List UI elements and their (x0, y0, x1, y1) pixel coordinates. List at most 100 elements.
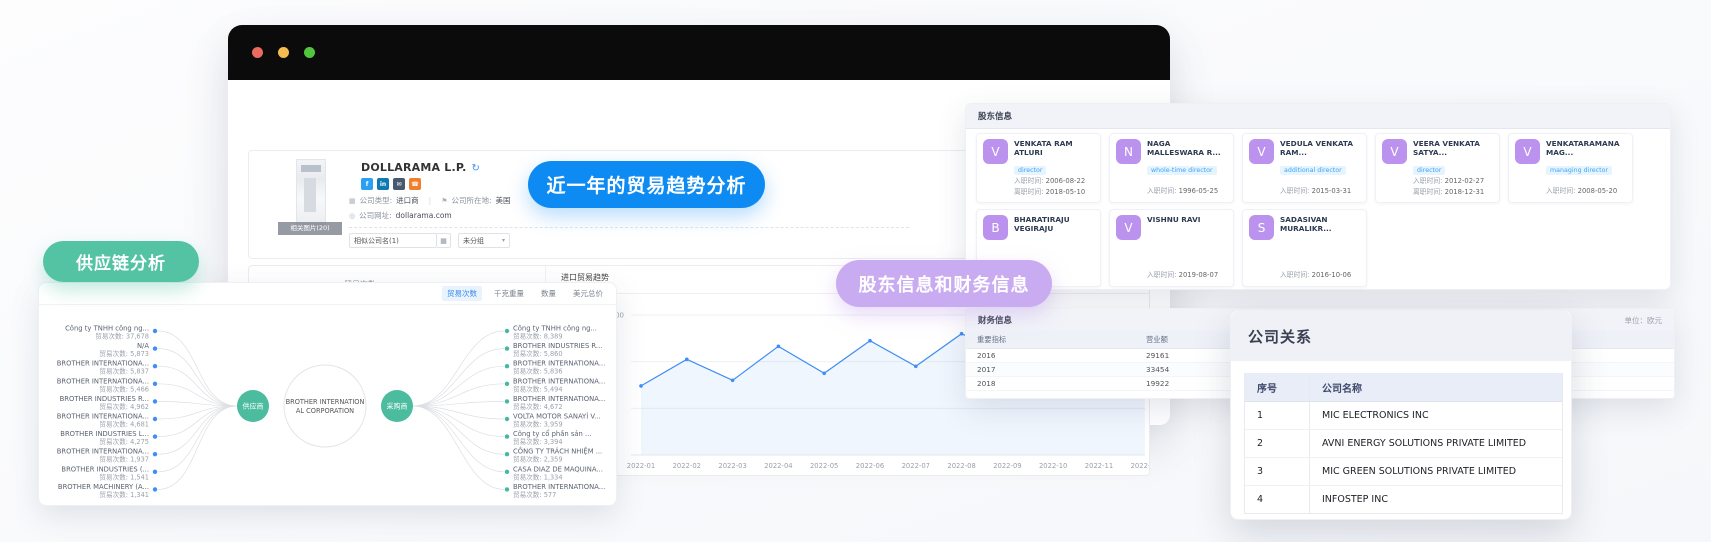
dashed-divider (349, 227, 909, 228)
shareholder-name: BHARATIRAJU VEGIRAJU (1014, 215, 1094, 233)
table-row[interactable]: 2AVNI ENERGY SOLUTIONS PRIVATE LIMITED (1245, 430, 1562, 458)
svg-text:BROTHER INTERNATIONA...: BROTHER INTERNATIONA... (513, 483, 605, 491)
svg-text:VOLTA MOTOR SANAYİ V...: VOLTA MOTOR SANAYİ V... (513, 412, 601, 421)
shareholder-card[interactable]: VVENKATA RAM ATLURIdirector入职时间: 2006-08… (976, 133, 1101, 203)
join-date: 入职时间: 2016-10-06 (1280, 270, 1360, 281)
scene: 相关图片(20) DOLLARAMA L.P.↻ fin✉☎ ▦ 公司类型: 进… (0, 0, 1711, 542)
svg-text:BROTHER INDUSTRIES L...: BROTHER INDUSTRIES L... (60, 430, 149, 438)
supply-chain-diagram[interactable]: Công ty TNHH công ng...贸易次数: 37,678N/A贸易… (39, 305, 616, 506)
svg-text:贸易次数: 2,359: 贸易次数: 2,359 (513, 455, 563, 464)
supplier-node[interactable]: Công ty TNHH công ng...贸易次数: 37,678 (65, 325, 157, 341)
shareholders-header: 股东信息 (966, 104, 1670, 129)
supplier-node[interactable]: BROTHER INTERNATIONA...贸易次数: 1,937 (57, 448, 157, 464)
svg-text:2022-07: 2022-07 (902, 462, 930, 470)
supply-chain-panel: 贸易次数千克重量数量美元总价 Công ty TNHH công ng...贸易… (38, 282, 617, 506)
phone-icon[interactable]: ☎ (409, 178, 421, 190)
svg-text:2022-05: 2022-05 (810, 462, 838, 470)
svg-text:Công ty cổ phần sản ...: Công ty cổ phần sản ... (513, 429, 592, 438)
svg-text:2022-09: 2022-09 (993, 462, 1021, 470)
svg-text:贸易次数: 4,962: 贸易次数: 4,962 (99, 402, 149, 411)
buyer-hub-node[interactable]: 采购商 (381, 390, 413, 422)
avatar: V (1249, 139, 1274, 164)
buyer-node[interactable]: BROTHER INTERNATIONA...贸易次数: 5,494 (505, 377, 605, 393)
close-window-icon[interactable] (252, 47, 263, 58)
shareholder-card[interactable]: SSADASIVAN MURALIKR...入职时间: 2016-10-06 (1242, 209, 1367, 287)
join-date: 入职时间: 2019-08-07 (1147, 270, 1227, 281)
svg-text:贸易次数: 1,334: 贸易次数: 1,334 (513, 472, 563, 481)
window-titlebar (228, 25, 1170, 80)
company-image[interactable]: 相关图片(20) (278, 159, 342, 235)
shareholders-title: 股东信息 (978, 110, 1012, 122)
role-badge: additional director (1280, 166, 1346, 175)
shareholder-card[interactable]: NNAGA MALLESWARA R...whole-time director… (1109, 133, 1234, 203)
table-row[interactable]: 4INFOSTEP INC (1245, 486, 1562, 513)
supplier-node[interactable]: BROTHER INTERNATIONA...贸易次数: 4,681 (57, 413, 157, 429)
related-images-caption[interactable]: 相关图片(20) (278, 222, 342, 235)
tab-千克重量[interactable]: 千克重量 (489, 286, 529, 301)
similar-company-select[interactable]: 相似公司名(1) (349, 233, 437, 248)
buyer-node[interactable]: CASA DIAZ DE MAQUINA...贸易次数: 1,334 (505, 465, 603, 481)
buyer-node[interactable]: BROTHER INTERNATIONA...贸易次数: 577 (505, 483, 605, 499)
facebook-icon[interactable]: f (361, 178, 373, 190)
buyer-node[interactable]: Công ty TNHH công ng...贸易次数: 8,389 (505, 325, 597, 341)
shareholder-card[interactable]: VVEERA VENKATA SATYA...director入职时间: 201… (1375, 133, 1500, 203)
website-link[interactable]: dollarama.com (396, 211, 452, 220)
svg-text:贸易次数: 4,275: 贸易次数: 4,275 (99, 437, 149, 446)
svg-text:贸易次数: 8,389: 贸易次数: 8,389 (513, 332, 563, 341)
shareholder-name: VEDULA VENKATA RAM... (1280, 139, 1360, 157)
supply-panel-header: 贸易次数千克重量数量美元总价 (39, 283, 616, 305)
svg-text:采购商: 采购商 (387, 402, 408, 411)
svg-text:贸易次数: 1,541: 贸易次数: 1,541 (99, 472, 149, 481)
shareholder-card[interactable]: VVENKATARAMANA MAG...managing director入职… (1508, 133, 1633, 203)
maximize-window-icon[interactable] (304, 47, 315, 58)
shareholder-card[interactable]: VVISHNU RAVI入职时间: 2019-08-07 (1109, 209, 1234, 287)
svg-text:贸易次数: 577: 贸易次数: 577 (513, 490, 556, 499)
svg-text:2022-08: 2022-08 (947, 462, 975, 470)
svg-text:BROTHER INTERNATIONA...: BROTHER INTERNATIONA... (57, 377, 149, 385)
svg-text:贸易次数: 1,937: 贸易次数: 1,937 (99, 455, 149, 464)
tab-数量[interactable]: 数量 (536, 286, 561, 301)
shareholder-cards: VVENKATA RAM ATLURIdirector入职时间: 2006-08… (976, 133, 1652, 287)
table-row[interactable]: 1MIC ELECTRONICS INC (1245, 402, 1562, 430)
buyer-node[interactable]: VOLTA MOTOR SANAYİ V...贸易次数: 3,959 (505, 412, 601, 429)
supplier-node[interactable]: N/A贸易次数: 5,873 (99, 342, 157, 358)
supplier-node[interactable]: BROTHER INTERNATIONA...贸易次数: 5,837 (57, 360, 157, 376)
group-select[interactable]: 未分组 ▾ (458, 233, 510, 248)
svg-text:BROTHER INTERNATIONA...: BROTHER INTERNATIONA... (513, 360, 605, 368)
leave-date: 离职时间: 2018-12-31 (1413, 187, 1493, 198)
svg-text:AL CORPORATION: AL CORPORATION (296, 407, 354, 415)
svg-text:贸易次数: 5,494: 贸易次数: 5,494 (513, 384, 563, 393)
mail-icon[interactable]: ✉ (393, 178, 405, 190)
minimize-window-icon[interactable] (278, 47, 289, 58)
supplier-node[interactable]: BROTHER MACHINERY (A...贸易次数: 1,341 (58, 483, 157, 499)
tab-美元总价[interactable]: 美元总价 (568, 286, 608, 301)
supplier-node[interactable]: BROTHER INDUSTRIES L...贸易次数: 4,275 (60, 430, 157, 446)
svg-text:贸易次数: 5,873: 贸易次数: 5,873 (99, 349, 149, 358)
supplier-hub-node[interactable]: 供应商 (237, 390, 269, 422)
center-company-node[interactable]: BROTHER INTERNATIONAL CORPORATION (284, 365, 366, 447)
calendar-grid-icon[interactable]: ▦ (437, 233, 451, 248)
join-date: 入职时间: 2008-05-20 (1546, 186, 1626, 197)
supplier-node[interactable]: BROTHER INDUSTRIES R...贸易次数: 4,962 (60, 395, 158, 411)
buyer-node[interactable]: Công ty cổ phần sản ...贸易次数: 3,394 (505, 429, 592, 446)
table-header-row: 序号公司名称 (1245, 373, 1562, 402)
supplier-node[interactable]: BROTHER INDUSTRIES (...贸易次数: 1,541 (61, 465, 157, 481)
buyer-node[interactable]: BROTHER INTERNATIONA...贸易次数: 4,672 (505, 395, 605, 411)
svg-text:Công ty TNHH công ng...: Công ty TNHH công ng... (65, 325, 149, 333)
table-row[interactable]: 3MIC GREEN SOLUTIONS PRIVATE LIMITED (1245, 458, 1562, 486)
tab-贸易次数[interactable]: 贸易次数 (442, 286, 482, 301)
refresh-icon[interactable]: ↻ (472, 163, 481, 174)
svg-text:BROTHER INTERNATIONA...: BROTHER INTERNATIONA... (57, 448, 149, 456)
linkedin-icon[interactable]: in (377, 178, 389, 190)
buyer-node[interactable]: CÔNG TY TRÁCH NHIỆM ...贸易次数: 2,359 (505, 447, 602, 464)
svg-text:2022-01: 2022-01 (627, 462, 655, 470)
buyer-node[interactable]: BROTHER INTERNATIONA...贸易次数: 5,836 (505, 360, 605, 376)
shareholder-card[interactable]: V VEDULA VENKATA RAM... additional directo… (1242, 133, 1367, 203)
svg-text:2022-04: 2022-04 (764, 462, 792, 470)
buyer-node[interactable]: BROTHER INDUSTRIES R...贸易次数: 5,860 (505, 342, 603, 358)
svg-text:贸易次数: 3,959: 贸易次数: 3,959 (513, 420, 563, 429)
supplier-node[interactable]: BROTHER INTERNATIONA...贸易次数: 5,466 (57, 377, 157, 393)
shareholder-name: VENKATA RAM ATLURI (1014, 139, 1094, 157)
globe-icon: ◎ (349, 212, 355, 220)
svg-text:贸易次数: 37,678: 贸易次数: 37,678 (95, 332, 149, 341)
